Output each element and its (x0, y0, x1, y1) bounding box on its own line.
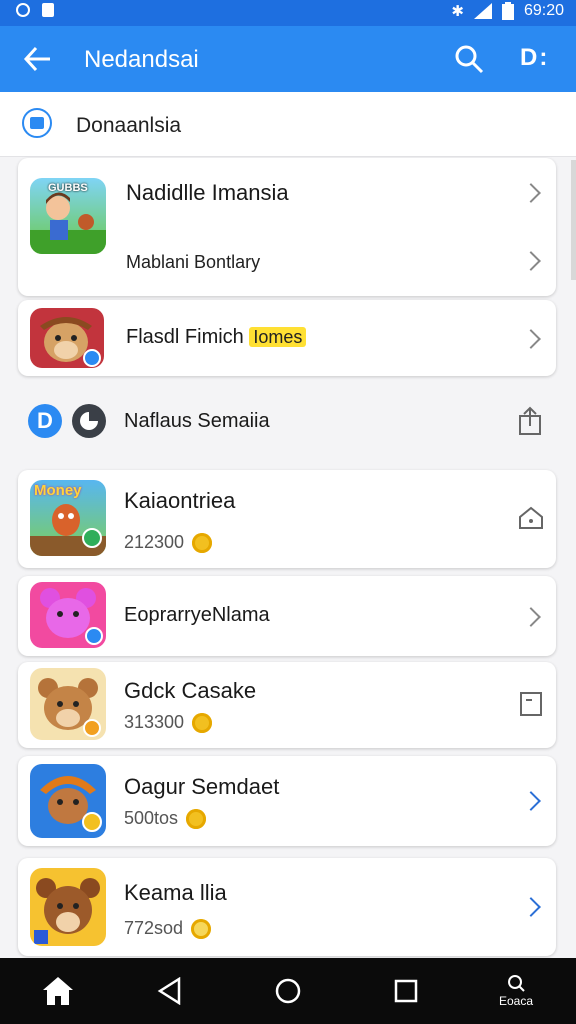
bluetooth-icon: ✱ (451, 3, 464, 20)
circle-icon (16, 3, 30, 17)
status-bar: ✱ 69:20 (0, 0, 576, 26)
recents-button[interactable] (376, 958, 436, 1024)
battery-icon (501, 2, 514, 20)
badge-icon: D (28, 404, 62, 438)
item-name-row: Flasdl Fimich Iomes (126, 326, 307, 349)
item-name: Flasdl Fimich (126, 326, 244, 348)
menu-button[interactable]: D: (520, 44, 549, 72)
list-item[interactable]: Flasdl Fimich Iomes (18, 300, 556, 376)
chevron-right-icon[interactable] (521, 329, 541, 349)
item-count: 500tos (124, 808, 179, 828)
signal-icon (473, 3, 492, 19)
list-row[interactable]: D Naflaus Semaiia (0, 392, 576, 454)
item-name: Naflaus Semaiia (124, 410, 270, 432)
list-item[interactable]: GUBBS Nadidlle Imansia Mablani Bontlary (18, 158, 556, 296)
list-item[interactable]: Keama llia 772sod (18, 858, 556, 956)
item-count: 772sod (124, 918, 184, 938)
item-count-row: 772sod (124, 918, 212, 940)
back-button[interactable] (140, 958, 200, 1024)
thumb-text: Money (34, 482, 82, 499)
item-count: 313300 (124, 712, 185, 732)
coin-icon (191, 919, 212, 940)
clock-icon (72, 404, 106, 438)
document-icon[interactable] (520, 692, 542, 716)
item-count-row: 313300 (124, 712, 213, 734)
chevron-right-icon[interactable] (521, 251, 541, 271)
robot-icon (22, 108, 52, 138)
game-thumbnail (30, 764, 106, 838)
item-count-row: 212300 (124, 532, 213, 554)
item-name: Oagur Semdaet (124, 774, 280, 799)
list-item[interactable]: Gdck Casake 313300 (18, 662, 556, 748)
badge-letter: D (37, 408, 53, 433)
item-name: Kaiaontriea (124, 488, 236, 513)
chevron-right-icon[interactable] (521, 791, 541, 811)
triangle-back-icon (157, 977, 181, 1005)
status-time: 69:20 (523, 2, 564, 19)
thumb-text: GUBBS (48, 182, 88, 194)
game-thumbnail: GUBBS (30, 178, 106, 254)
lock-icon (42, 3, 54, 17)
home-button[interactable] (28, 958, 88, 1024)
square-recents-icon (394, 979, 418, 1003)
item-name: EoprarryeNlama (124, 604, 270, 626)
home-outline-icon[interactable] (518, 506, 544, 530)
item-count: 212300 (124, 532, 185, 552)
game-thumbnail (30, 868, 106, 946)
home-icon (43, 977, 73, 1005)
item-name: Nadidlle Imansia (126, 180, 289, 205)
page-title: Nedandsai (84, 46, 199, 73)
coin-icon (192, 713, 213, 734)
chevron-right-icon[interactable] (521, 183, 541, 203)
search-icon[interactable] (454, 44, 484, 74)
item-subtitle: Mablani Bontlary (126, 252, 261, 272)
arrow-left-icon[interactable] (22, 45, 52, 73)
section-title: Donaanlsia (76, 114, 182, 137)
extra-nav-button[interactable]: Eoaca (486, 958, 546, 1024)
coin-icon (186, 809, 207, 830)
list-item[interactable]: EoprarryeNlama (18, 576, 556, 656)
item-name: Keama llia (124, 880, 227, 905)
game-thumbnail (30, 582, 106, 648)
game-thumbnail (30, 308, 104, 368)
scrollbar[interactable] (571, 160, 576, 280)
app-bar: Nedandsai D: (0, 26, 576, 92)
search-icon (508, 975, 525, 992)
item-count-row: 500tos (124, 808, 207, 830)
section-header: Donaanlsia (0, 92, 576, 157)
navigation-bar: Eoaca (0, 958, 576, 1024)
tag-badge: Iomes (249, 327, 307, 347)
share-icon[interactable] (518, 406, 542, 436)
item-name: Gdck Casake (124, 678, 257, 703)
home-circle-button[interactable] (258, 958, 318, 1024)
chevron-right-icon[interactable] (521, 607, 541, 627)
circle-home-icon (275, 978, 301, 1004)
extra-nav-label: Eoaca (498, 994, 534, 1008)
chevron-right-icon[interactable] (521, 897, 541, 917)
list-item[interactable]: Oagur Semdaet 500tos (18, 756, 556, 846)
game-thumbnail (30, 668, 106, 740)
coin-icon (192, 533, 213, 554)
game-thumbnail: Money (30, 480, 106, 556)
list-item[interactable]: Money Kaiaontriea 212300 (18, 470, 556, 568)
